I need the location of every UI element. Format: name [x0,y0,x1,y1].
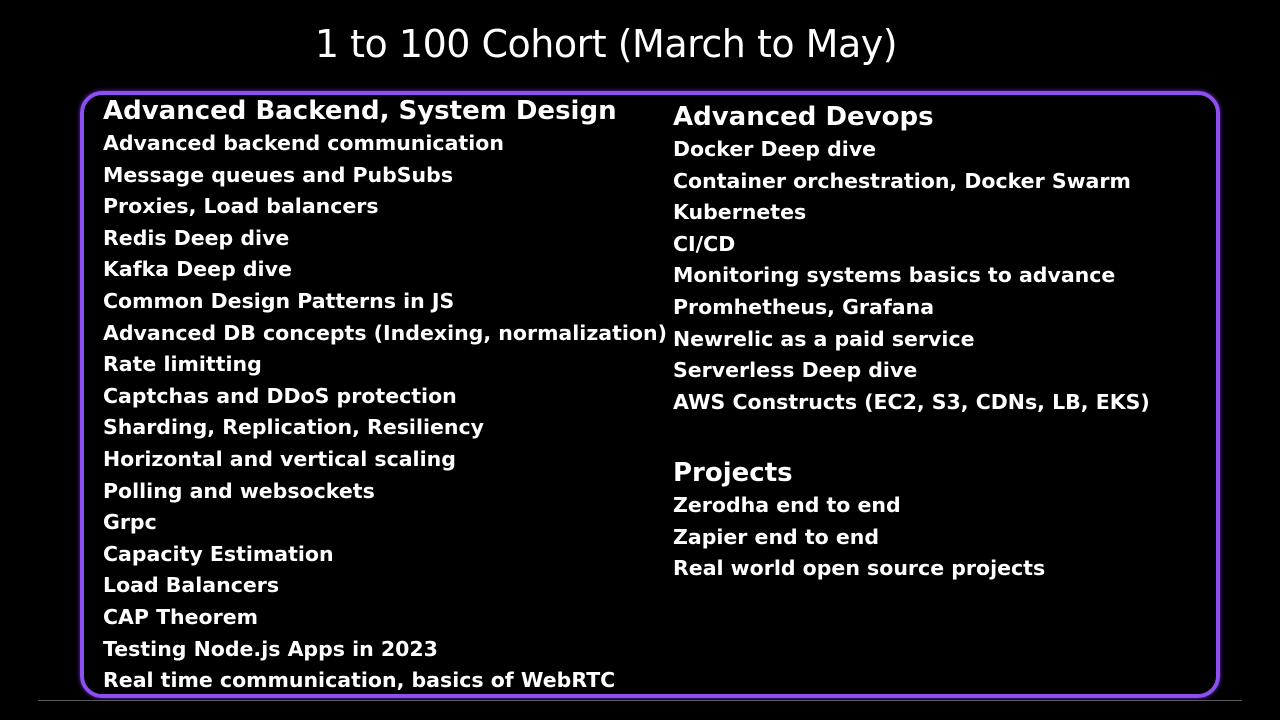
backend-item: Redis Deep dive [103,225,290,250]
devops-heading: Advanced Devops [673,102,934,132]
projects-column: Projects Zerodha end to end Zapier end t… [673,456,1045,585]
projects-item: Zapier end to end [673,524,880,549]
backend-item: Captchas and DDoS protection [103,383,457,408]
devops-item: Container orchestration, Docker Swarm [673,168,1131,193]
devops-item: AWS Constructs (EC2, S3, CDNs, LB, EKS) [673,389,1150,414]
backend-item: Testing Node.js Apps in 2023 [103,636,438,661]
devops-item: CI/CD [673,231,736,256]
backend-item: Grpc [103,510,157,535]
devops-item: Newrelic as a paid service [673,326,975,351]
backend-item: Advanced DB concepts (Indexing, normaliz… [103,320,667,345]
backend-item: Horizontal and vertical scaling [103,446,456,471]
slide-title: 1 to 100 Cohort (March to May) [314,22,898,66]
projects-item: Zerodha end to end [673,493,901,517]
backend-item: Rate limitting [103,352,262,377]
projects-heading: Projects [673,458,793,488]
backend-heading: Advanced Backend, System Design [103,96,617,126]
devops-item: Kubernetes [673,200,807,225]
devops-item: Serverless Deep dive [673,358,918,383]
backend-item: Load Balancers [103,573,280,598]
backend-item: Common Design Patterns in JS [103,288,455,313]
backend-item: Sharding, Replication, Resiliency [103,415,485,440]
bottom-divider [38,700,1242,701]
projects-item: Real world open source projects [673,556,1046,581]
backend-item: Proxies, Load balancers [103,194,379,219]
backend-item: Real time communication, basics of WebRT… [103,668,616,693]
backend-item: Polling and websockets [103,478,375,503]
backend-item: Capacity Estimation [103,541,334,566]
backend-item: Kafka Deep dive [103,257,292,282]
devops-column: Advanced Devops Docker Deep dive Contain… [673,100,1150,418]
devops-item: Docker Deep dive [673,137,877,161]
devops-item: Monitoring systems basics to advance [673,263,1116,288]
backend-column: Advanced Backend, System Design Advanced… [103,94,667,697]
backend-item: Advanced backend communication [103,131,504,155]
backend-item: CAP Theorem [103,604,259,629]
devops-item: Promhetheus, Grafana [673,294,935,319]
backend-item: Message queues and PubSubs [103,162,454,187]
